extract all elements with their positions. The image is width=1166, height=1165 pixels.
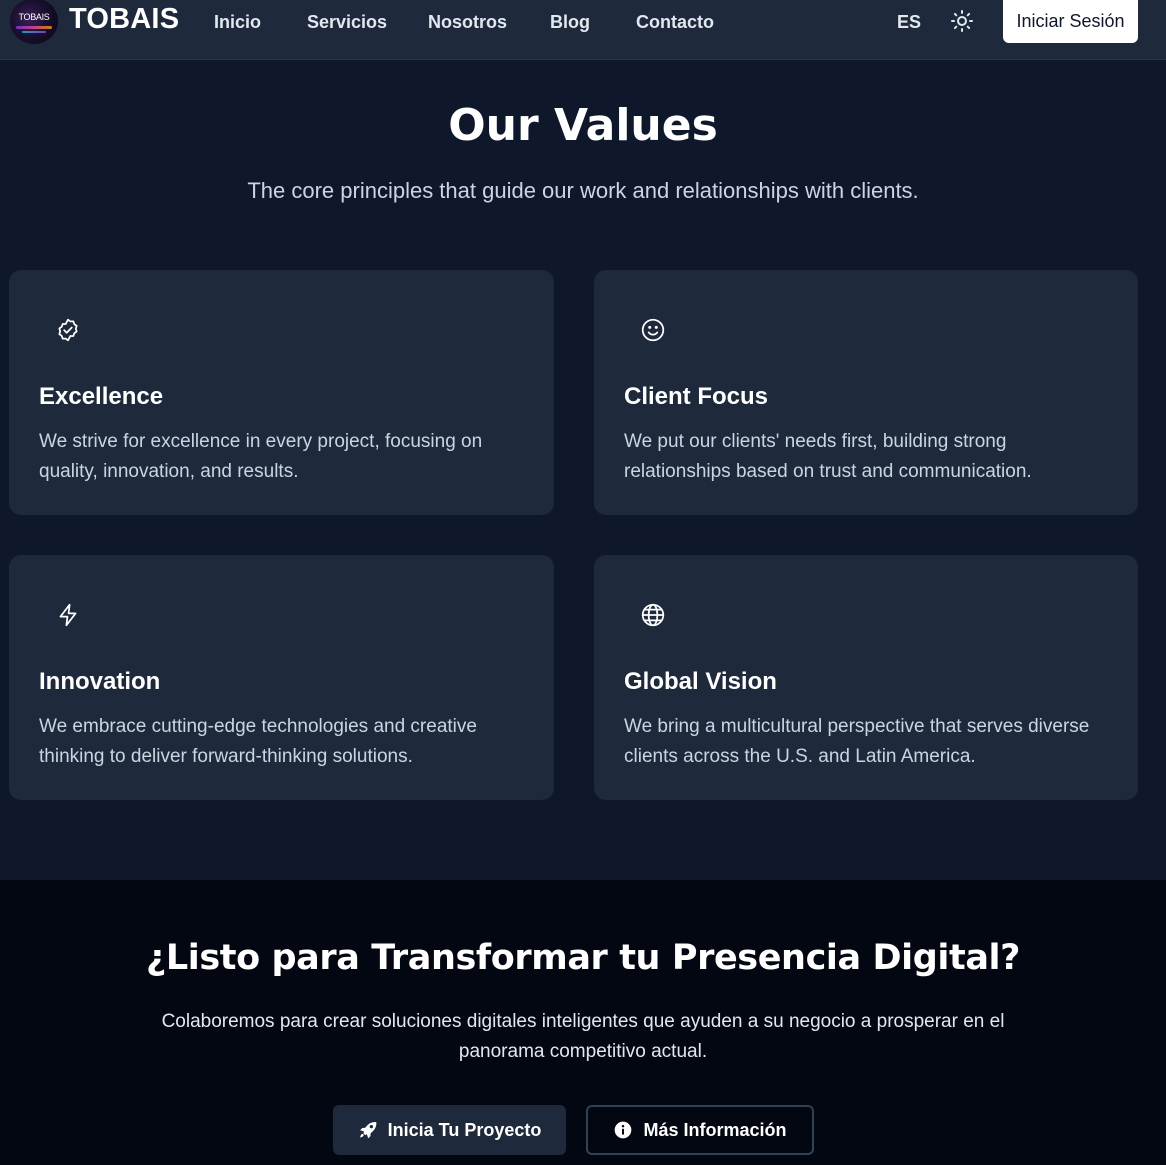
value-card-global-vision: Global Vision We bring a multicultural p… (594, 555, 1138, 800)
cta-text: Colaboremos para crear soluciones digita… (161, 1011, 1005, 1062)
more-info-button[interactable]: Más Información (586, 1105, 814, 1155)
card-text: We strive for excellence in every projec… (39, 431, 483, 482)
login-button[interactable]: Iniciar Sesión (1003, 0, 1138, 43)
check-badge-icon (55, 317, 81, 343)
globe-icon (640, 602, 666, 628)
nav-link-inicio[interactable]: Inicio (214, 12, 261, 33)
logo-text: TOBAIS (18, 12, 50, 22)
card-title: Global Vision (624, 668, 777, 695)
card-text: We put our clients' needs first, buildin… (624, 431, 1032, 482)
value-card-client-focus: Client Focus We put our clients' needs f… (594, 270, 1138, 515)
start-project-button[interactable]: Inicia Tu Proyecto (333, 1105, 566, 1155)
nav-link-blog[interactable]: Blog (550, 12, 590, 33)
info-icon (613, 1120, 633, 1140)
values-title: Our Values (448, 100, 718, 151)
card-title: Client Focus (624, 383, 769, 410)
smile-icon (640, 317, 666, 343)
cta-section: ¿Listo para Transformar tu Presencia Dig… (0, 880, 1166, 1165)
values-subtitle: The core principles that guide our work … (247, 178, 919, 203)
top-navbar: TOBAIS TOBAIS Inicio Servicios Nosotros … (0, 0, 1166, 60)
language-switcher[interactable]: ES (897, 12, 921, 33)
nav-link-servicios[interactable]: Servicios (307, 12, 387, 33)
rocket-icon (358, 1120, 378, 1140)
value-card-innovation: Innovation We embrace cutting-edge techn… (9, 555, 554, 800)
card-text: We embrace cutting-edge technologies and… (39, 716, 477, 767)
theme-toggle-button[interactable] (950, 9, 974, 33)
nav-link-nosotros[interactable]: Nosotros (428, 12, 507, 33)
card-text: We bring a multicultural perspective tha… (624, 716, 1090, 767)
nav-link-contacto[interactable]: Contacto (636, 12, 714, 33)
value-card-excellence: Excellence We strive for excellence in e… (9, 270, 554, 515)
lightning-icon (55, 602, 81, 628)
sun-icon (951, 10, 973, 32)
cta-title: ¿Listo para Transformar tu Presencia Dig… (145, 938, 1021, 978)
start-project-label: Inicia Tu Proyecto (387, 1119, 542, 1140)
logo-image[interactable]: TOBAIS (10, 0, 58, 44)
card-title: Excellence (39, 383, 164, 410)
card-title: Innovation (39, 668, 161, 695)
brand-name[interactable]: TOBAIS (69, 3, 179, 36)
more-info-label: Más Información (643, 1119, 787, 1140)
